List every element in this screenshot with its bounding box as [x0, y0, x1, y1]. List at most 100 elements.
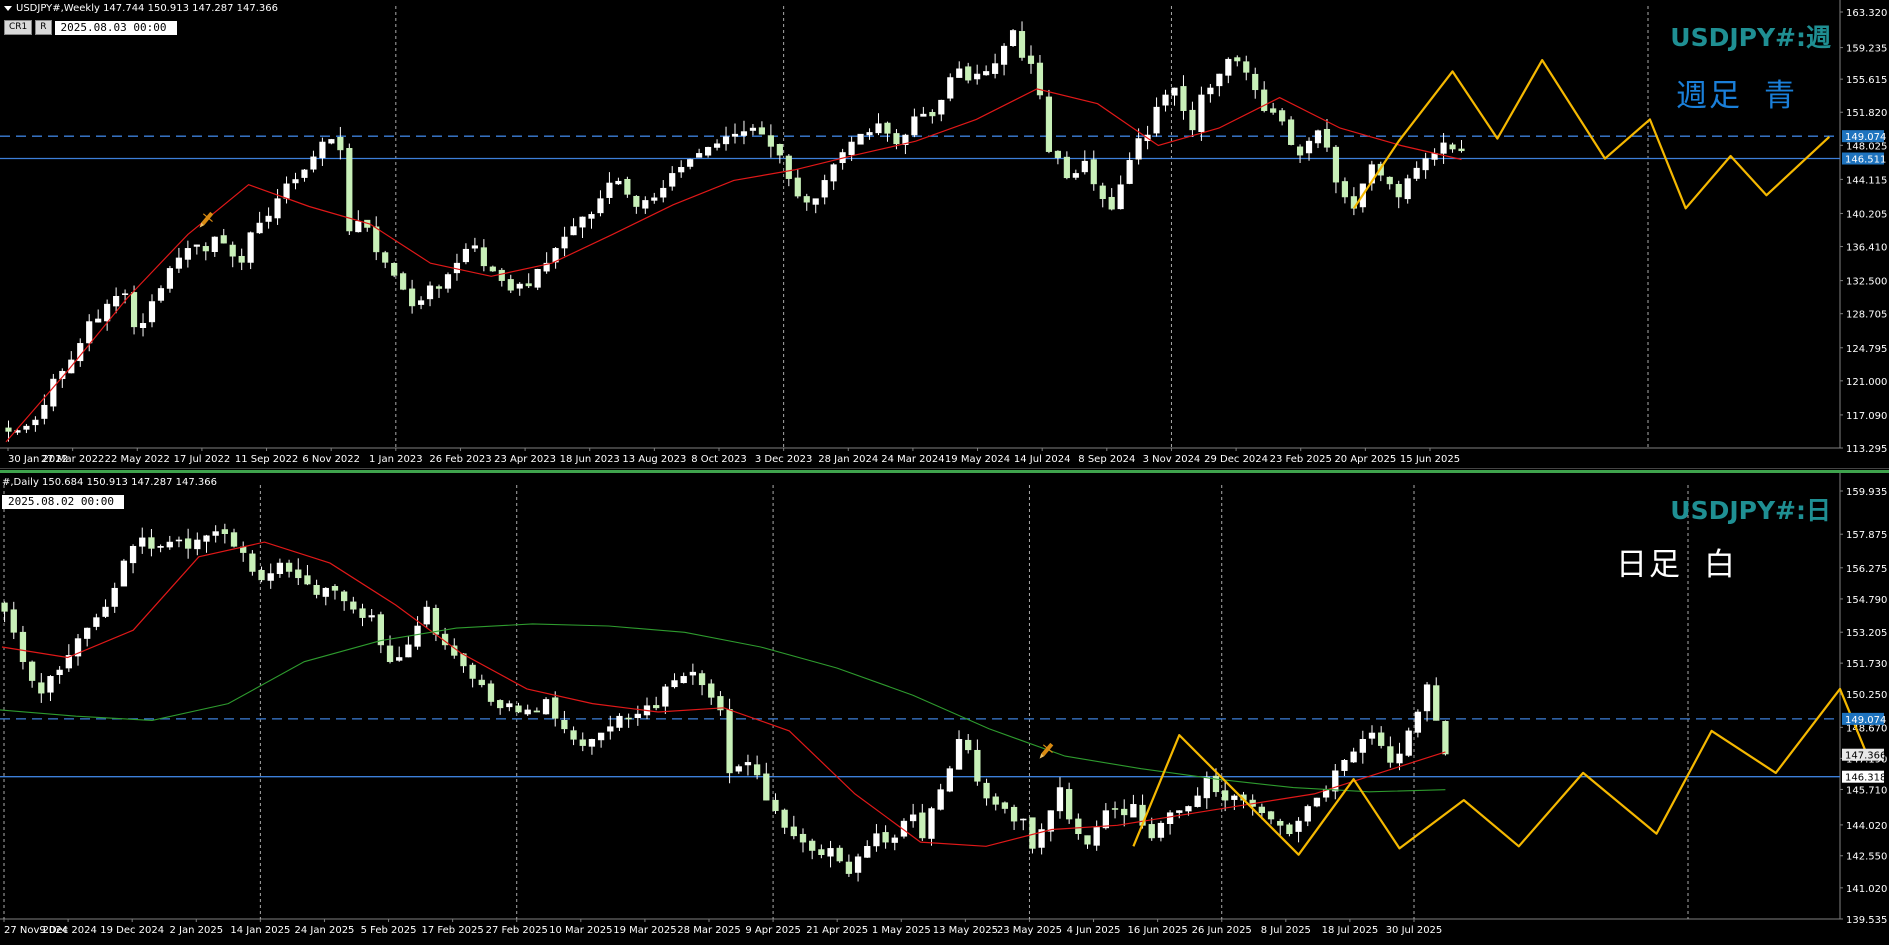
x-tick-label: 14 Jul 2024: [1014, 454, 1071, 465]
x-tick-label: 9 Apr 2025: [745, 925, 800, 936]
bull-candle: [193, 244, 200, 247]
bull-candle: [1422, 158, 1429, 171]
bear-candle: [1395, 183, 1402, 198]
bull-candle: [471, 245, 478, 249]
x-tick-label: 26 Feb 2023: [429, 454, 491, 465]
x-tick-label: 15 Jun 2025: [1400, 454, 1460, 465]
bear-candle: [469, 664, 476, 679]
bear-candle: [432, 608, 440, 635]
bull-candle: [561, 236, 568, 249]
y-tick-label: 145.710: [1846, 785, 1887, 796]
bull-candle: [873, 833, 880, 847]
bear-candle: [1323, 128, 1331, 148]
bear-candle: [1288, 119, 1295, 145]
bear-candle: [249, 553, 256, 572]
x-tick-label: 23 Apr 2023: [494, 454, 556, 465]
x-tick-label: 13 May 2025: [933, 925, 998, 936]
bear-candle: [1267, 811, 1275, 820]
r-button[interactable]: R: [35, 20, 52, 35]
bull-candle: [857, 133, 864, 145]
bull-candle: [1207, 87, 1214, 95]
bull-candle: [642, 200, 649, 209]
weekly-date-box[interactable]: 2025.08.03 00:00: [54, 20, 177, 35]
bull-candle: [95, 318, 102, 323]
x-tick-label: 24 Jan 2025: [294, 925, 354, 936]
bear-candle: [1449, 144, 1456, 150]
x-tick-label: 17 Feb 2025: [422, 925, 484, 936]
bull-candle: [274, 198, 281, 219]
bear-candle: [965, 66, 972, 81]
daily-header: #,Daily 150.684 150.913 147.287 147.366: [2, 477, 217, 488]
bull-candle: [1047, 810, 1054, 832]
bull-candle: [678, 167, 685, 173]
bear-candle: [1243, 61, 1250, 73]
bear-candle: [753, 764, 761, 776]
bear-candle: [331, 586, 339, 591]
moving-average-red: [5, 88, 1462, 443]
bull-candle: [848, 141, 855, 155]
bull-candle: [570, 226, 577, 236]
x-tick-label: 11 Sep 2022: [235, 454, 298, 465]
bull-candle: [1405, 730, 1412, 756]
bear-candle: [552, 697, 559, 719]
bear-candle: [767, 135, 774, 147]
bear-candle: [1054, 150, 1061, 159]
bull-candle: [256, 222, 263, 234]
moving-average-red: [1, 541, 1446, 847]
daily-chart-pane[interactable]: 27 Nov 2024 9 Dec 2024 19 Dec 2024 2 Jan 20…: [0, 470, 1889, 945]
y-tick-label: 128.705: [1846, 310, 1887, 321]
bull-candle: [93, 617, 100, 627]
bear-candle: [919, 812, 926, 839]
bull-candle: [616, 715, 623, 728]
bull-candle: [956, 68, 963, 78]
bull-candle: [597, 732, 605, 741]
x-tick-label: 22 May 2022: [105, 454, 170, 465]
y-tick-label: 150.250: [1846, 690, 1887, 701]
bull-candle: [1359, 739, 1366, 753]
bull-candle: [1093, 827, 1100, 846]
bull-candle: [1117, 184, 1124, 210]
bull-candle: [588, 214, 595, 219]
bull-candle: [139, 323, 147, 328]
bull-candle: [426, 285, 434, 300]
bear-candle: [1378, 732, 1385, 746]
daily-price-tag-3: 146.318: [1842, 770, 1886, 784]
bear-candle: [1387, 746, 1394, 763]
daily-price-tag-1: 149.074: [1842, 712, 1886, 726]
bull-candle: [120, 560, 128, 587]
daily-date-box[interactable]: 2025.08.02 00:00: [2, 495, 124, 509]
bear-candle: [809, 840, 816, 851]
bear-candle: [624, 178, 631, 195]
weekly-note-1: 週足: [1676, 78, 1742, 114]
collapse-triangle-icon[interactable]: [4, 5, 12, 11]
x-tick-label: 23 May 2025: [997, 925, 1062, 936]
daily-chart[interactable]: 27 Nov 20249 Dec 2024 19 Dec 2024 2 Jan 20…: [0, 473, 1889, 945]
x-tick-label: 2 Jan 2025: [169, 925, 223, 936]
y-tick-label: 141.020: [1846, 884, 1887, 895]
bear-candle: [625, 717, 632, 720]
weekly-chart-pane[interactable]: 30 Jan 2022 27 Mar 2022 22 May 2022 17 Jul …: [0, 0, 1889, 469]
weekly-price-tag-2: 146.511: [1842, 152, 1886, 166]
bull-candle: [606, 182, 613, 198]
weekly-toolbar: CR1 R 2025.08.03 00:00: [4, 20, 177, 35]
bull-candle: [23, 425, 30, 430]
bull-candle: [1171, 87, 1178, 96]
weekly-symbol-label: USDJPY#:週: [1670, 23, 1831, 52]
y-tick-label: 156.275: [1846, 564, 1887, 575]
x-tick-label: 8 Jul 2025: [1261, 925, 1311, 936]
bear-candle: [845, 861, 853, 874]
bull-candle: [1176, 810, 1183, 813]
bear-candle: [285, 562, 293, 572]
cr1-button[interactable]: CR1: [4, 20, 33, 35]
bull-candle: [276, 562, 284, 574]
bear-candle: [1286, 824, 1293, 835]
bull-candle: [534, 268, 541, 288]
bear-candle: [633, 195, 640, 207]
y-tick-label: 163.320: [1846, 8, 1887, 19]
y-tick-label: 136.410: [1846, 243, 1887, 254]
bull-candle: [50, 378, 57, 407]
bull-candle: [157, 288, 165, 301]
bear-candle: [497, 700, 504, 709]
weekly-chart[interactable]: 30 Jan 202227 Mar 2022 22 May 2022 17 Jul …: [0, 0, 1889, 468]
bear-candle: [1258, 806, 1266, 814]
